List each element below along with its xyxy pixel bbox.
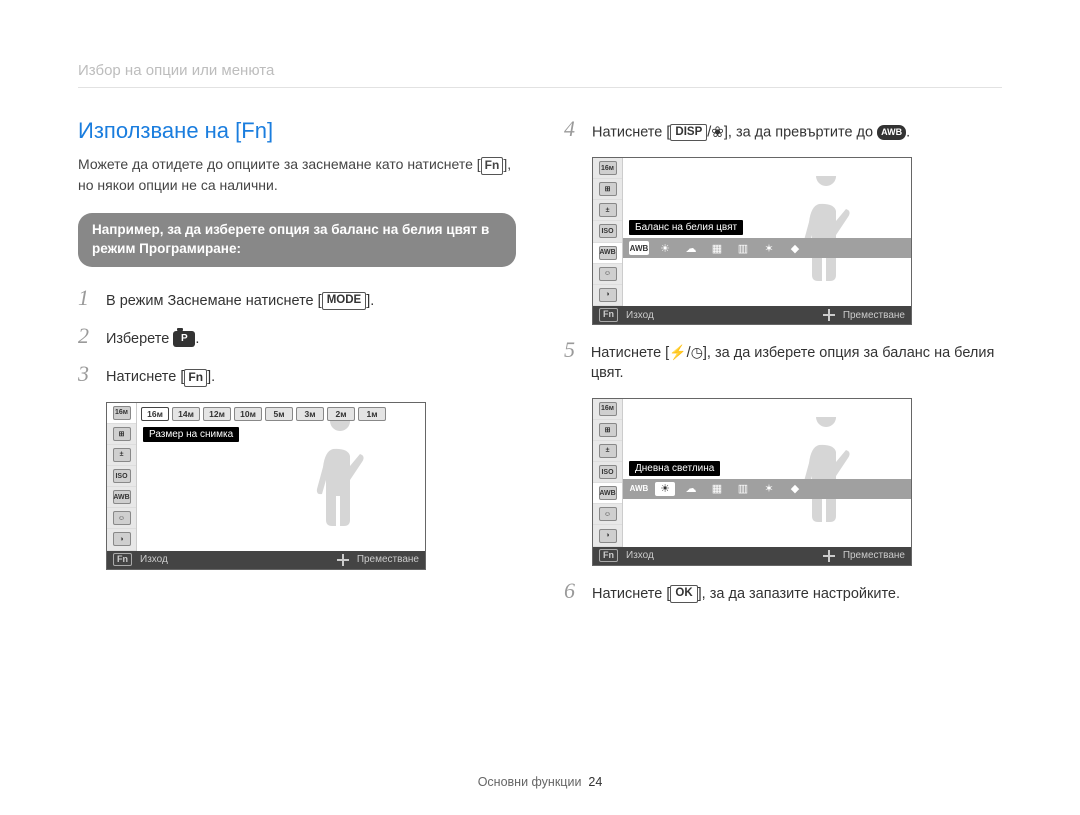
wb-option-daylight: ☀ — [655, 482, 675, 496]
wb-options-row: AWB ☀ ☁ ▦ ▥ ✶ ◆ — [623, 479, 911, 499]
nav-cross-icon — [337, 554, 349, 566]
option-tooltip: Баланс на белия цвят — [629, 220, 743, 235]
program-mode-icon: P — [173, 331, 195, 347]
sidebar-item-face: ☺ — [107, 508, 136, 529]
example-tip: Например, за да изберете опция за баланс… — [78, 213, 516, 267]
sidebar-item-size: 16м — [107, 403, 136, 424]
fn-key-icon: Fn — [481, 157, 504, 175]
wb-option-fluor-l: ▥ — [733, 482, 753, 496]
right-column: 4 Натиснете [DISP/❀], за да превъртите д… — [564, 118, 1002, 618]
step-number: 6 — [564, 580, 582, 602]
wb-option-tungsten: ✶ — [759, 482, 779, 496]
size-option: 1м — [358, 407, 386, 421]
disp-button-icon: DISP — [670, 124, 707, 142]
lcd-status-bar: Fn Изход Преместване — [593, 306, 911, 324]
ok-button-icon: OK — [670, 585, 697, 603]
intro-text: Можете да отидете до опциите за заснеман… — [78, 154, 516, 195]
lcd-sidebar: 16м ⊞ ± ISO AWB ☺ ◑ — [593, 399, 623, 547]
size-option: 10м — [234, 407, 262, 421]
wb-option-custom: ◆ — [785, 482, 805, 496]
nav-cross-icon — [823, 550, 835, 562]
fn-indicator: Fn — [599, 308, 618, 322]
sidebar-item-area: ◑ — [107, 529, 136, 550]
fn-indicator: Fn — [599, 549, 618, 563]
step-number: 5 — [564, 339, 581, 361]
lcd-move-label: Преместване — [843, 310, 905, 321]
flash-icon: ⚡ — [669, 343, 686, 363]
step-3: 3 Натиснете [Fn]. — [78, 363, 516, 387]
lcd-exit-label: Изход — [140, 554, 168, 565]
step-number: 3 — [78, 363, 96, 385]
step-6: 6 Натиснете [OK], за да запазите настрой… — [564, 580, 1002, 604]
live-view-silhouette — [791, 417, 861, 527]
wb-option-cloudy: ☁ — [681, 482, 701, 496]
sidebar-item-ev: ± — [107, 445, 136, 466]
lcd-sidebar: 16м ⊞ ± ISO AWB ☺ ◑ — [107, 403, 137, 551]
step-1: 1 В режим Заснемане натиснете [MODE]. — [78, 287, 516, 311]
left-column: Използване на [Fn] Можете да отидете до … — [78, 118, 516, 618]
size-option: 5м — [265, 407, 293, 421]
lcd-status-bar: Fn Изход Преместване — [107, 551, 425, 569]
wb-option-fluor-l: ▥ — [733, 241, 753, 255]
wb-option-cloudy: ☁ — [681, 241, 701, 255]
wb-option-tungsten: ✶ — [759, 241, 779, 255]
macro-flower-icon: ❀ — [711, 122, 724, 143]
page-title: Използване на [Fn] — [78, 118, 516, 144]
wb-option-fluor-h: ▦ — [707, 241, 727, 255]
size-option: 2м — [327, 407, 355, 421]
step-2: 2 Изберете P. — [78, 325, 516, 349]
wb-option-custom: ◆ — [785, 241, 805, 255]
self-timer-icon: ◷ — [691, 343, 703, 363]
option-tooltip: Дневна светлина — [629, 461, 720, 476]
page-footer: Основни функции 24 — [0, 775, 1080, 789]
sidebar-item-iso: ISO — [107, 466, 136, 487]
lcd-move-label: Преместване — [843, 550, 905, 561]
size-option: 12м — [203, 407, 231, 421]
wb-option-daylight: ☀ — [655, 241, 675, 255]
live-view-silhouette — [305, 421, 375, 531]
lcd-exit-label: Изход — [626, 550, 654, 561]
wb-option-auto: AWB — [629, 482, 649, 496]
wb-option-auto: AWB — [629, 241, 649, 255]
fn-key-icon: Fn — [184, 369, 207, 387]
sidebar-item-grid: ⊞ — [107, 424, 136, 445]
step-number: 4 — [564, 118, 582, 140]
wb-option-fluor-h: ▦ — [707, 482, 727, 496]
camera-lcd-photosize: 16м ⊞ ± ISO AWB ☺ ◑ 16м 14м 12м 10м — [106, 402, 426, 570]
step-5: 5 Натиснете [⚡/◷], за да изберете опция … — [564, 339, 1002, 384]
wb-options-row: AWB ☀ ☁ ▦ ▥ ✶ ◆ — [623, 238, 911, 258]
lcd-move-label: Преместване — [357, 554, 419, 565]
mode-button-icon: MODE — [322, 292, 367, 310]
size-option: 16м — [141, 407, 169, 421]
lcd-exit-label: Изход — [626, 310, 654, 321]
size-option: 3м — [296, 407, 324, 421]
step-number: 2 — [78, 325, 96, 347]
option-tooltip: Размер на снимка — [143, 427, 239, 442]
size-options-row: 16м 14м 12м 10м 5м 3м 2м 1м — [137, 403, 425, 421]
live-view-silhouette — [791, 176, 861, 286]
step-number: 1 — [78, 287, 96, 309]
fn-indicator: Fn — [113, 553, 132, 567]
awb-pill-icon: AWB — [877, 125, 906, 140]
size-option: 14м — [172, 407, 200, 421]
lcd-sidebar: 16м ⊞ ± ISO AWB ☺ ◑ — [593, 158, 623, 306]
nav-cross-icon — [823, 309, 835, 321]
breadcrumb: Избор на опции или менюта — [78, 62, 1002, 88]
sidebar-item-wb: AWB — [107, 487, 136, 508]
lcd-status-bar: Fn Изход Преместване — [593, 547, 911, 565]
camera-lcd-wb-daylight: 16м ⊞ ± ISO AWB ☺ ◑ Дневна светлина — [592, 398, 912, 566]
camera-lcd-wb: 16м ⊞ ± ISO AWB ☺ ◑ Баланс на белия цвят — [592, 157, 912, 325]
step-4: 4 Натиснете [DISP/❀], за да превъртите д… — [564, 118, 1002, 143]
